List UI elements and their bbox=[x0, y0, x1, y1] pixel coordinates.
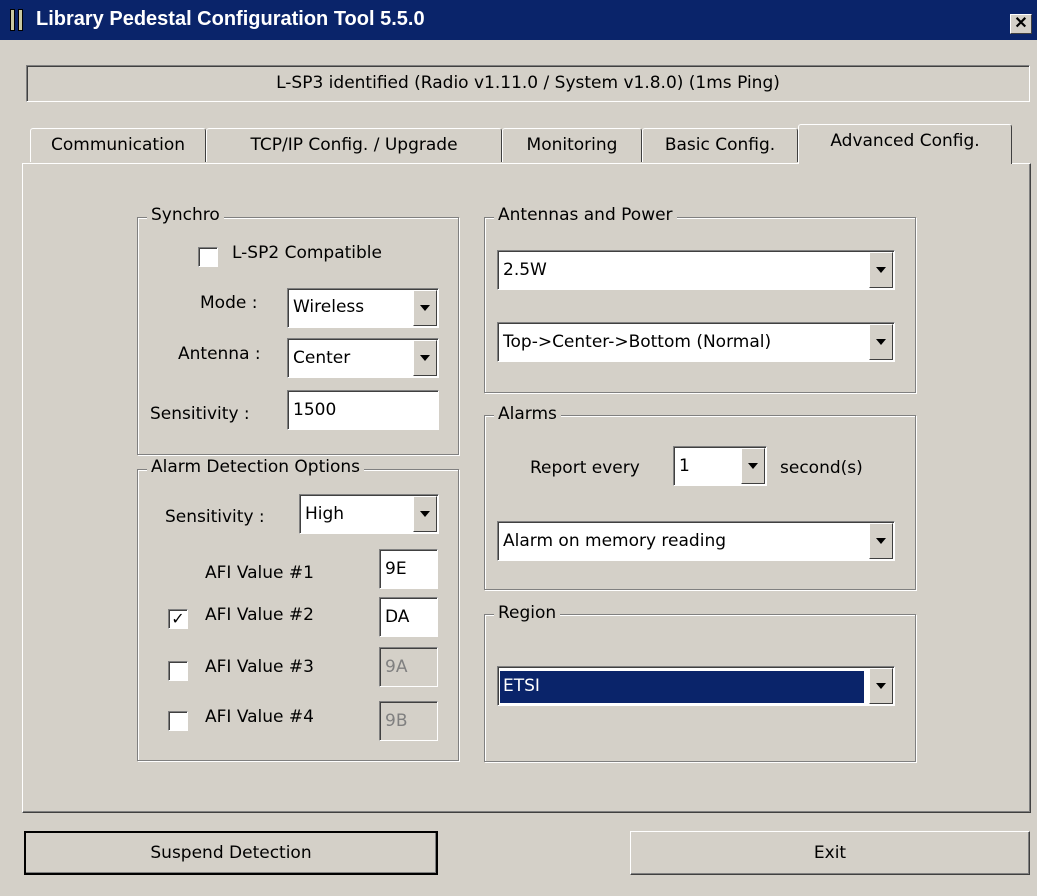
seconds-label: second(s) bbox=[780, 458, 863, 478]
alarm-sensitivity-label: Sensitivity : bbox=[165, 507, 265, 527]
region-selection-highlight bbox=[499, 670, 865, 704]
chevron-down-icon[interactable] bbox=[413, 290, 437, 326]
antenna-value: Center bbox=[293, 348, 351, 368]
afi-1-label: AFI Value #1 bbox=[205, 563, 314, 583]
chevron-down-icon[interactable] bbox=[741, 448, 765, 484]
chevron-down-icon[interactable] bbox=[869, 252, 893, 288]
afi-3-label: AFI Value #3 bbox=[205, 657, 314, 677]
chevron-down-icon[interactable] bbox=[413, 496, 437, 532]
region-dropdown[interactable]: ETSI bbox=[497, 666, 895, 706]
afi-4-checkbox[interactable] bbox=[168, 711, 188, 731]
afi-2-label: AFI Value #2 bbox=[205, 605, 314, 625]
exit-button[interactable]: Exit bbox=[630, 831, 1030, 875]
synchro-title: Synchro bbox=[147, 205, 224, 225]
alarm-mode-dropdown[interactable]: Alarm on memory reading bbox=[497, 521, 895, 561]
chevron-down-icon[interactable] bbox=[869, 523, 893, 559]
l-sp2-compatible-label: L-SP2 Compatible bbox=[232, 243, 382, 263]
report-every-label: Report every bbox=[530, 458, 640, 478]
mode-value: Wireless bbox=[293, 297, 365, 317]
chevron-down-icon[interactable] bbox=[869, 324, 893, 360]
synchro-sensitivity-label: Sensitivity : bbox=[150, 404, 250, 424]
tab-communication[interactable]: Communication bbox=[30, 128, 206, 162]
app-icon bbox=[8, 9, 28, 31]
alarm-sensitivity-value: High bbox=[305, 504, 345, 524]
close-button[interactable]: ✕ bbox=[1010, 14, 1032, 34]
status-bar: L-SP3 identified (Radio v1.11.0 / System… bbox=[26, 65, 1030, 102]
report-interval-dropdown[interactable]: 1 bbox=[673, 446, 767, 486]
suspend-detection-button[interactable]: Suspend Detection bbox=[24, 831, 438, 875]
l-sp2-compatible-checkbox[interactable] bbox=[198, 247, 218, 267]
afi-4-label: AFI Value #4 bbox=[205, 707, 314, 727]
power-dropdown[interactable]: 2.5W bbox=[497, 250, 895, 290]
window-title: Library Pedestal Configuration Tool 5.5.… bbox=[36, 8, 425, 30]
alarms-group bbox=[484, 415, 916, 590]
mode-dropdown[interactable]: Wireless bbox=[287, 288, 439, 328]
power-value: 2.5W bbox=[503, 260, 547, 280]
region-value: ETSI bbox=[503, 676, 540, 696]
afi-1-input[interactable]: 9E bbox=[379, 549, 438, 589]
afi-3-input: 9A bbox=[379, 647, 438, 687]
antenna-sequence-value: Top->Center->Bottom (Normal) bbox=[503, 332, 772, 352]
antennas-power-group bbox=[484, 217, 916, 393]
antenna-dropdown[interactable]: Center bbox=[287, 338, 439, 378]
synchro-sensitivity-input[interactable]: 1500 bbox=[287, 390, 439, 430]
tab-tcpip-config[interactable]: TCP/IP Config. / Upgrade bbox=[206, 128, 502, 162]
afi-4-input: 9B bbox=[379, 701, 438, 741]
alarms-title: Alarms bbox=[494, 404, 561, 424]
alarm-sensitivity-dropdown[interactable]: High bbox=[299, 494, 439, 534]
antenna-sequence-dropdown[interactable]: Top->Center->Bottom (Normal) bbox=[497, 322, 895, 362]
chevron-down-icon[interactable] bbox=[869, 668, 893, 704]
tab-monitoring[interactable]: Monitoring bbox=[502, 128, 642, 162]
report-interval-value: 1 bbox=[679, 456, 690, 476]
chevron-down-icon[interactable] bbox=[413, 340, 437, 376]
region-title: Region bbox=[494, 603, 561, 623]
alarm-mode-value: Alarm on memory reading bbox=[503, 531, 727, 551]
alarm-detection-title: Alarm Detection Options bbox=[147, 457, 365, 477]
antennas-power-title: Antennas and Power bbox=[494, 205, 677, 225]
tab-advanced-config[interactable]: Advanced Config. bbox=[798, 124, 1012, 164]
afi-3-checkbox[interactable] bbox=[168, 661, 188, 681]
afi-2-input[interactable]: DA bbox=[379, 597, 438, 637]
tab-basic-config[interactable]: Basic Config. bbox=[642, 128, 798, 162]
antenna-label: Antenna : bbox=[178, 344, 261, 364]
mode-label: Mode : bbox=[200, 293, 258, 313]
afi-2-checkbox[interactable]: ✓ bbox=[168, 609, 188, 629]
